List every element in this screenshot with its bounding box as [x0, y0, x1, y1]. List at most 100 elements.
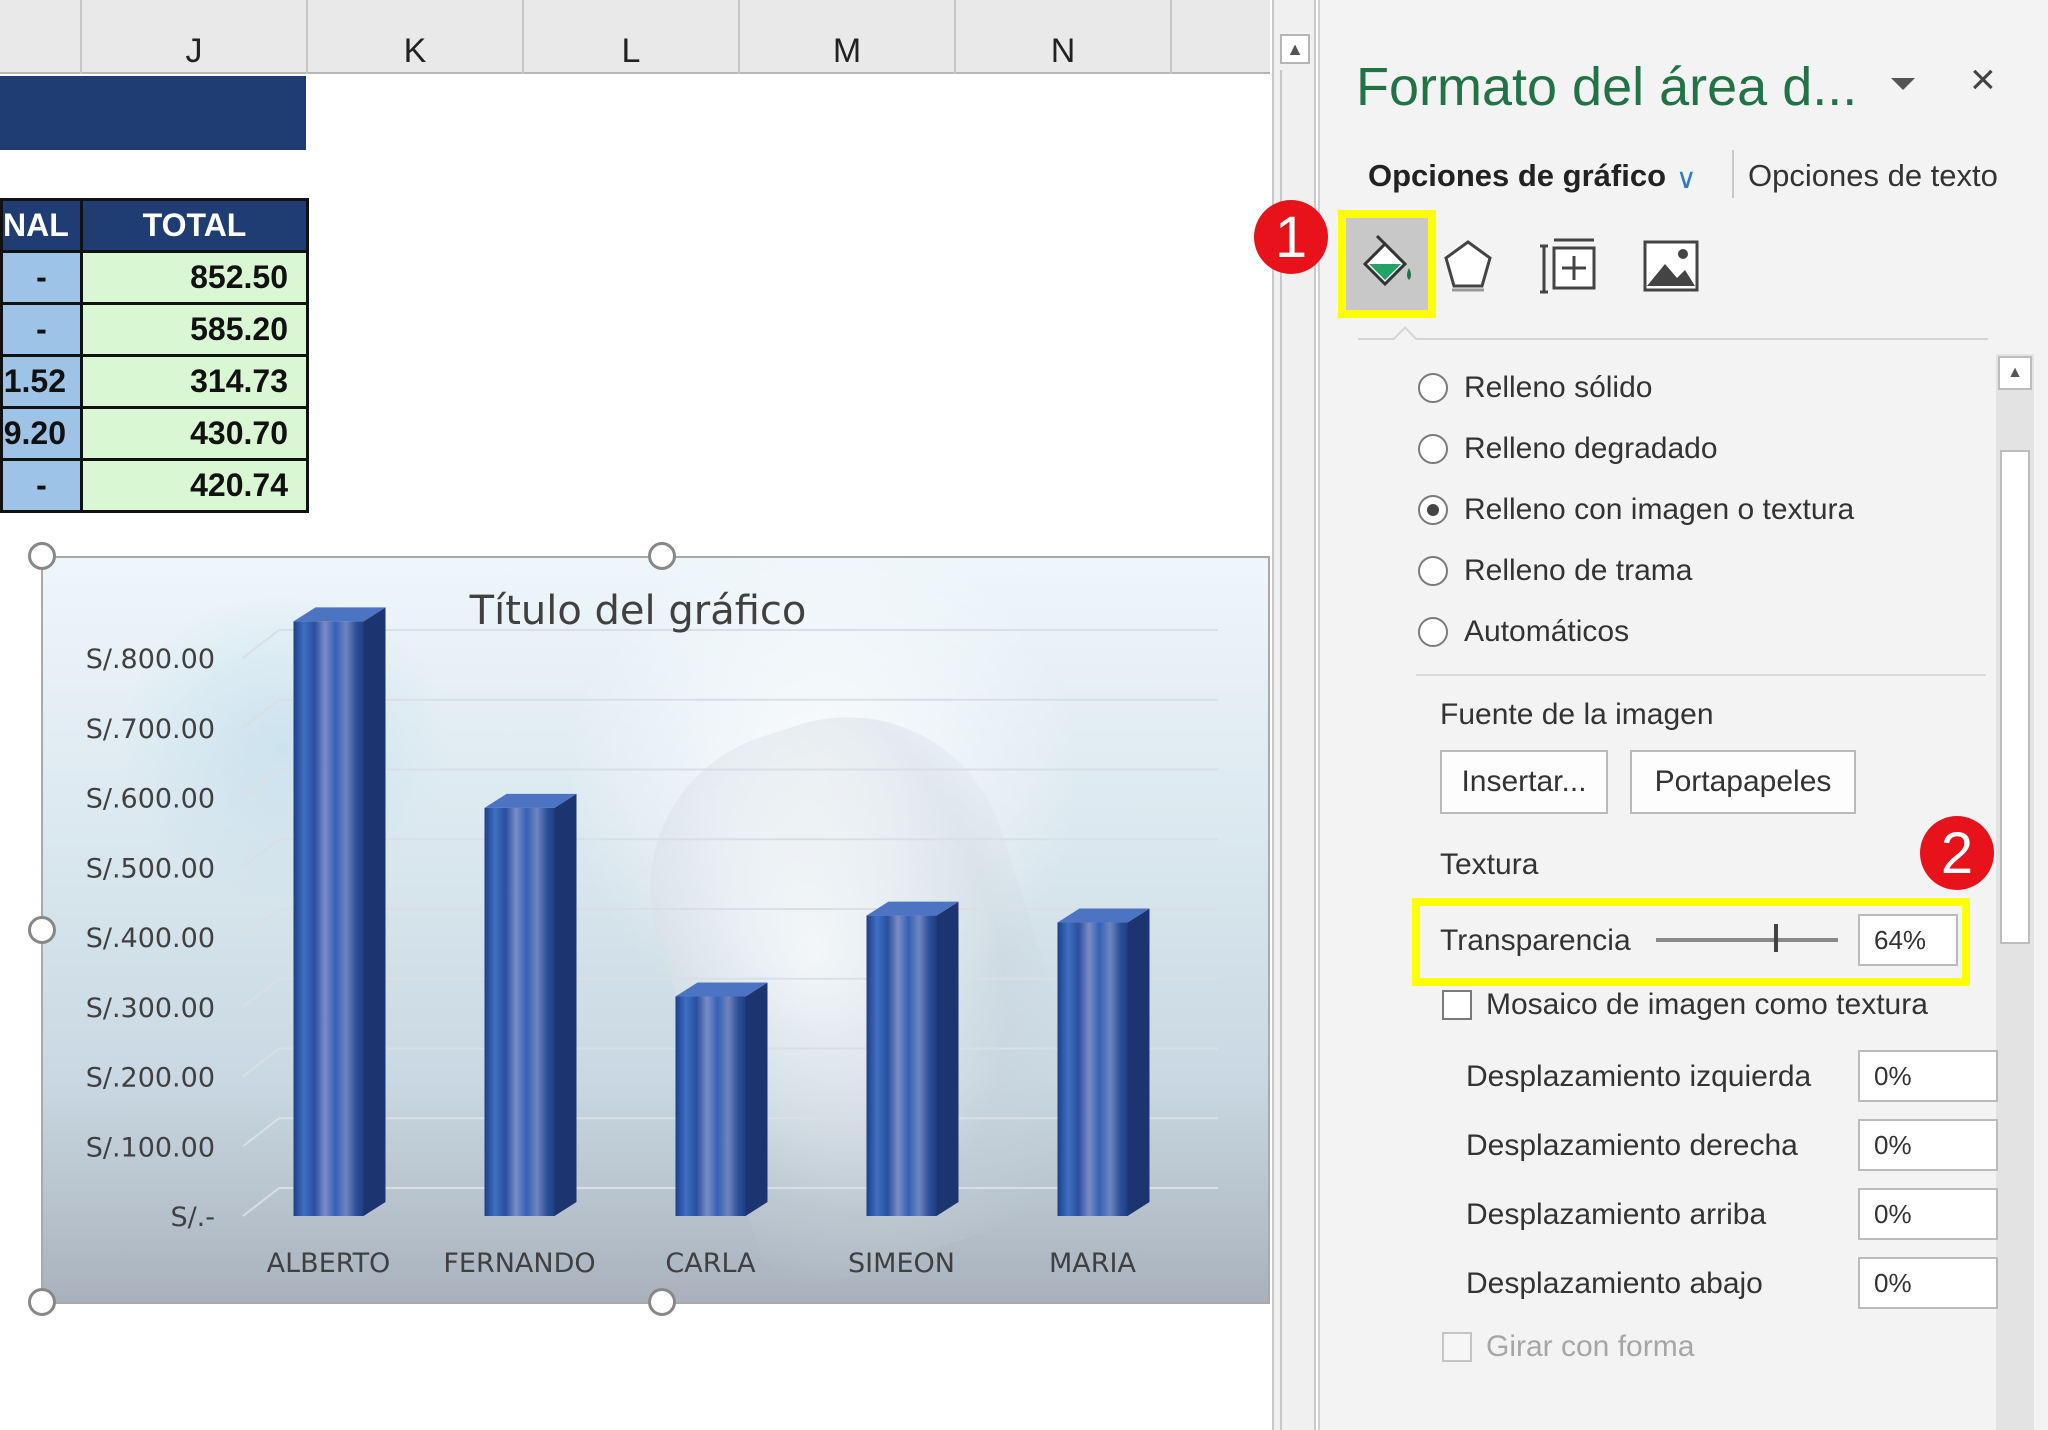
- table-header-row: NAL TOTAL: [0, 198, 309, 253]
- scrollbar-track[interactable]: [1280, 70, 1310, 1430]
- column-header-n[interactable]: N: [954, 0, 1170, 74]
- gridline: [242, 908, 280, 938]
- offset-left-label: Desplazamiento izquierda: [1466, 1060, 1812, 1093]
- image-source-label: Fuente de la imagen: [1440, 698, 1714, 731]
- column-header-bar: J K L M N: [0, 0, 1270, 74]
- close-icon[interactable]: ×: [1970, 58, 1996, 102]
- gridline: [242, 768, 280, 799]
- table-row: 9.20 430.70: [0, 406, 309, 461]
- x-tick-label: MARIA: [1049, 1248, 1136, 1279]
- tile-checkbox[interactable]: [1442, 990, 1472, 1020]
- table-cell[interactable]: -: [0, 250, 83, 305]
- worksheet[interactable]: J K L M N NAL TOTAL - 852.50 - 585.20 1.…: [0, 0, 1270, 1430]
- bar: [866, 915, 937, 1216]
- table-cell[interactable]: -: [0, 458, 83, 513]
- y-tick-label: S/.800.00: [86, 644, 215, 675]
- column-header-m[interactable]: M: [738, 0, 954, 74]
- radio-button[interactable]: [1418, 434, 1448, 464]
- radio-button[interactable]: [1418, 556, 1448, 586]
- radio-button-checked[interactable]: [1418, 495, 1448, 525]
- table-cell[interactable]: 9.20: [0, 406, 83, 461]
- radio-pattern-fill[interactable]: Relleno de trama: [1418, 551, 1692, 591]
- scrollbar-thumb[interactable]: [2000, 450, 2030, 944]
- slider-thumb[interactable]: [1774, 924, 1778, 952]
- rotate-with-shape-checkbox[interactable]: [1442, 1332, 1472, 1362]
- gridline: [242, 629, 280, 659]
- x-tick-label: ALBERTO: [267, 1248, 391, 1279]
- table-cell[interactable]: 314.73: [80, 354, 309, 409]
- y-tick-label: S/.600.00: [86, 784, 215, 815]
- table-cell[interactable]: 1.52: [0, 354, 83, 409]
- y-tick-label: S/.400.00: [86, 923, 215, 954]
- pane-options-dropdown-icon[interactable]: [1888, 72, 1918, 96]
- tab-divider: [1732, 150, 1734, 198]
- transparency-input[interactable]: 64%: [1858, 914, 1958, 966]
- format-chart-area-pane: Formato del área d... × Opciones de gráf…: [1254, 0, 2048, 1430]
- pane-scrollbar[interactable]: ▲: [1996, 354, 2034, 1430]
- fill-line-icon[interactable]: [1338, 210, 1436, 318]
- divider: [1416, 674, 1986, 676]
- offset-left-input[interactable]: 0%: [1858, 1050, 1998, 1102]
- table-row: 1.52 314.73: [0, 354, 309, 409]
- table-header-cell[interactable]: NAL: [0, 198, 83, 253]
- radio-picture-fill[interactable]: Relleno con imagen o textura: [1418, 490, 1854, 530]
- gridline: [242, 977, 280, 1008]
- radio-gradient-fill[interactable]: Relleno degradado: [1418, 429, 1718, 469]
- resize-handle-left[interactable]: [28, 916, 56, 944]
- gridline: [242, 1187, 280, 1217]
- resize-handle-top-left[interactable]: [28, 542, 56, 570]
- chart-plot[interactable]: S/.- S/.100.00 S/.200.00 S/.300.00 S/.400.00…: [43, 558, 1270, 1304]
- resize-handle-bottom[interactable]: [648, 1288, 676, 1316]
- bar-side: [1127, 908, 1150, 1216]
- data-table: NAL TOTAL - 852.50 - 585.20 1.52 314.73 …: [0, 198, 309, 513]
- column-header-k[interactable]: K: [306, 0, 522, 74]
- column-header-l[interactable]: L: [522, 0, 738, 74]
- resize-handle-bottom-left[interactable]: [28, 1288, 56, 1316]
- table-cell[interactable]: 430.70: [80, 406, 309, 461]
- picture-icon[interactable]: [1636, 226, 1706, 306]
- chevron-down-icon[interactable]: ∨: [1676, 162, 1697, 195]
- gridline: [242, 1117, 280, 1148]
- offset-top-input[interactable]: 0%: [1858, 1188, 1998, 1240]
- divider: [1358, 338, 1988, 340]
- radio-label: Automáticos: [1464, 615, 1630, 648]
- table-cell[interactable]: 852.50: [80, 250, 309, 305]
- radio-label: Relleno de trama: [1464, 554, 1693, 587]
- radio-automatic[interactable]: Automáticos: [1418, 612, 1629, 652]
- table-cell[interactable]: 420.74: [80, 458, 309, 513]
- column-header-j[interactable]: J: [80, 0, 306, 74]
- radio-button[interactable]: [1418, 617, 1448, 647]
- offset-right-label: Desplazamiento derecha: [1466, 1129, 1798, 1162]
- radio-label: Relleno degradado: [1464, 432, 1718, 465]
- insert-button[interactable]: Insertar...: [1440, 750, 1608, 814]
- radio-solid-fill[interactable]: Relleno sólido: [1418, 368, 1652, 408]
- table-header-cell[interactable]: TOTAL: [80, 198, 309, 253]
- step-badge: 1: [1254, 200, 1328, 274]
- bar-side: [936, 901, 959, 1216]
- tab-chart-options[interactable]: Opciones de gráfico: [1368, 158, 1666, 194]
- transparency-slider[interactable]: [1656, 938, 1838, 942]
- texture-dropdown[interactable]: Textura: [1440, 848, 1538, 882]
- tab-text-options[interactable]: Opciones de texto: [1748, 158, 1998, 194]
- chart-title[interactable]: Título del gráfico: [43, 588, 1233, 634]
- bar: [675, 996, 746, 1216]
- scroll-up-arrow-icon[interactable]: ▲: [1280, 34, 1310, 64]
- resize-handle-top[interactable]: [648, 542, 676, 570]
- table-cell[interactable]: 585.20: [80, 302, 309, 357]
- gridline: [242, 838, 280, 869]
- table-cell[interactable]: -: [0, 302, 83, 357]
- effects-icon[interactable]: [1433, 226, 1503, 306]
- column-header-partial[interactable]: [1170, 0, 1270, 74]
- scroll-up-arrow-icon[interactable]: ▲: [1998, 356, 2032, 390]
- size-properties-icon[interactable]: [1535, 226, 1605, 306]
- pane-title: Formato del área d...: [1356, 57, 1858, 117]
- title-cell[interactable]: [0, 76, 306, 150]
- y-tick-label: S/.200.00: [86, 1063, 215, 1094]
- offset-bottom-input[interactable]: 0%: [1858, 1257, 1998, 1309]
- table-row: - 852.50: [0, 250, 309, 305]
- radio-button[interactable]: [1418, 373, 1448, 403]
- offset-right-input[interactable]: 0%: [1858, 1119, 1998, 1171]
- chart-area[interactable]: S/.- S/.100.00 S/.200.00 S/.300.00 S/.400.00…: [41, 556, 1270, 1304]
- bar-side: [745, 982, 768, 1216]
- clipboard-button[interactable]: Portapapeles: [1630, 750, 1856, 814]
